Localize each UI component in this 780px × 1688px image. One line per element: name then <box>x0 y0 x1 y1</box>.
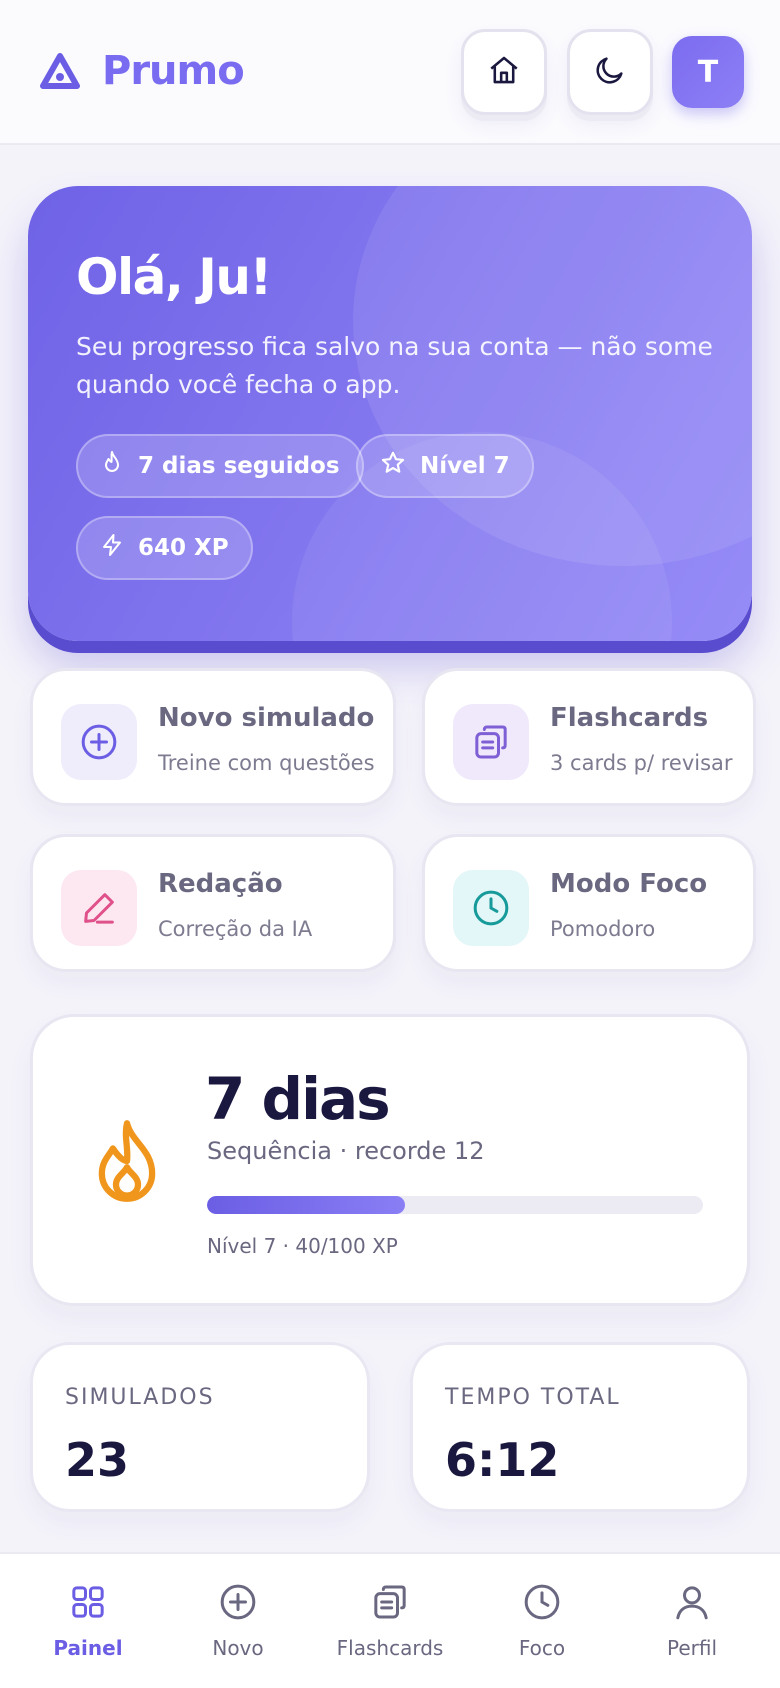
welcome-hero-card: Olá, Ju! Seu progresso fica salvo na sua… <box>28 186 752 641</box>
level-progress-bar <box>207 1196 703 1214</box>
app-root: Prumo T Olá, Ju! Seu progresso fica salv… <box>0 0 780 1688</box>
level-pill: Nível 7 <box>356 434 534 498</box>
plus-circle-icon <box>218 1582 258 1626</box>
home-icon <box>487 53 521 91</box>
card-subtitle: 3 cards p/ revisar <box>550 751 733 775</box>
stat-card-simulations: SIMULADOS 23 <box>30 1342 370 1512</box>
grid-icon <box>68 1582 108 1626</box>
flame-icon <box>100 450 138 482</box>
streak-days: 7 dias <box>205 1065 391 1133</box>
nav-label: Foco <box>518 1636 566 1660</box>
nav-label: Flashcards <box>336 1636 444 1660</box>
streak-pill: 7 dias seguidos <box>76 434 364 498</box>
top-header: Prumo T <box>0 0 780 145</box>
nav-label: Novo <box>212 1636 264 1660</box>
greeting-title: Olá, Ju! <box>76 248 272 306</box>
card-subtitle: Treine com questões <box>158 751 375 775</box>
card-title: Redação <box>158 869 283 899</box>
stat-label: TEMPO TOTAL <box>445 1385 621 1410</box>
nav-item-foco[interactable]: Foco <box>472 1582 612 1660</box>
card-title: Flashcards <box>550 703 709 733</box>
plus-circle-icon <box>61 704 137 780</box>
moon-icon <box>593 53 627 91</box>
theme-toggle-button[interactable] <box>567 29 653 115</box>
pill-label: 7 dias seguidos <box>138 453 340 479</box>
stat-value: 6:12 <box>445 1433 560 1487</box>
greeting-subtitle: Seu progresso fica salvo na sua conta — … <box>76 332 713 399</box>
card-title: Modo Foco <box>550 869 708 899</box>
card-subtitle: Correção da IA <box>158 917 313 941</box>
streak-subtitle: Sequência · recorde 12 <box>207 1137 485 1165</box>
nav-item-perfil[interactable]: Perfil <box>622 1582 762 1660</box>
cards-icon <box>370 1582 410 1626</box>
home-button[interactable] <box>461 29 547 115</box>
flame-icon <box>89 1117 165 1209</box>
logo-icon <box>38 49 82 93</box>
pill-label: Nível 7 <box>420 453 510 479</box>
clock-icon <box>522 1582 562 1626</box>
nav-item-novo[interactable]: Novo <box>168 1582 308 1660</box>
cards-icon <box>453 704 529 780</box>
xp-pill: 640 XP <box>76 516 253 580</box>
streak-card: 7 dias Sequência · recorde 12 Nível 7 · … <box>30 1014 750 1306</box>
bottom-nav: Painel Novo Flashcards Foco Perfil <box>0 1552 780 1688</box>
level-progress-label: Nível 7 · 40/100 XP <box>207 1234 398 1258</box>
card-title: Novo simulado <box>158 703 375 733</box>
card-subtitle: Pomodoro <box>550 917 656 941</box>
nav-label: Perfil <box>666 1636 718 1660</box>
pen-icon <box>61 870 137 946</box>
nav-label: Painel <box>53 1636 123 1660</box>
flashcards-card[interactable]: Flashcards 3 cards p/ revisar <box>422 668 756 806</box>
avatar[interactable]: T <box>672 36 744 108</box>
pill-label: 640 XP <box>138 535 229 561</box>
brand[interactable]: Prumo <box>38 48 245 94</box>
essay-card[interactable]: Redação Correção da IA <box>30 834 396 972</box>
stat-card-total-time: TEMPO TOTAL 6:12 <box>410 1342 750 1512</box>
stat-value: 23 <box>65 1433 130 1487</box>
stat-label: SIMULADOS <box>65 1385 215 1410</box>
nav-item-painel[interactable]: Painel <box>18 1582 158 1660</box>
level-progress-fill <box>207 1196 406 1214</box>
bolt-icon <box>100 532 138 564</box>
focus-mode-card[interactable]: Modo Foco Pomodoro <box>422 834 756 972</box>
new-simulation-card[interactable]: Novo simulado Treine com questões <box>30 668 396 806</box>
clock-icon <box>453 870 529 946</box>
star-icon <box>380 450 420 482</box>
user-icon <box>672 1582 712 1626</box>
app-name: Prumo <box>102 48 245 94</box>
nav-item-flashcards[interactable]: Flashcards <box>320 1582 460 1660</box>
